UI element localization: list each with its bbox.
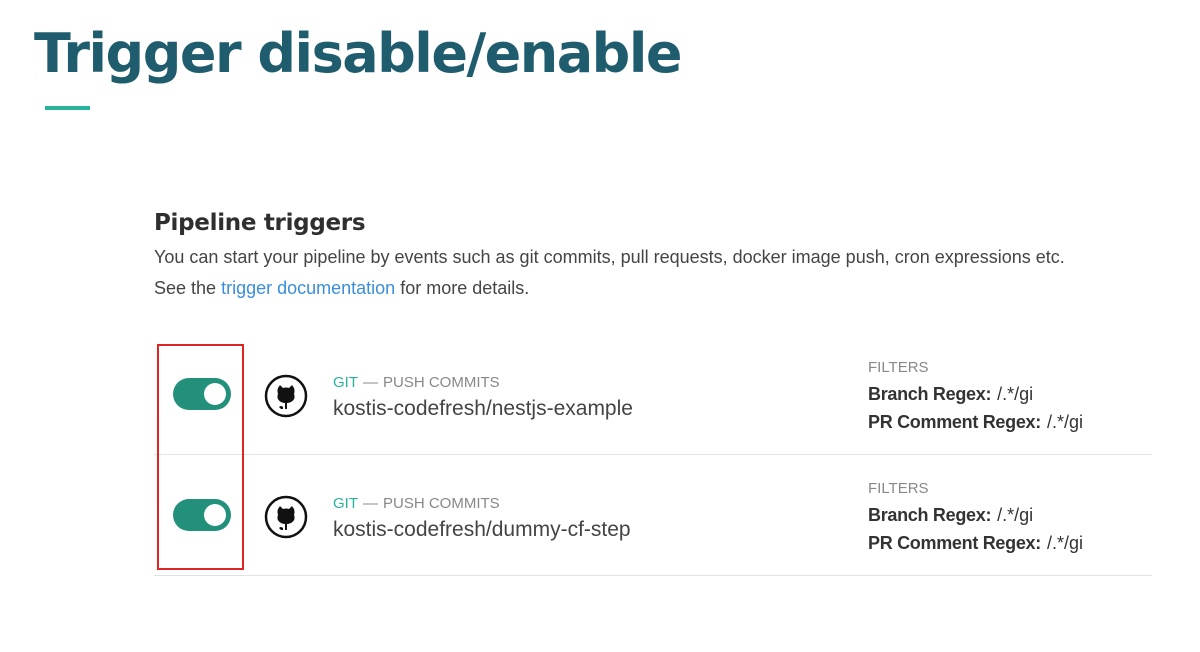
pr-comment-regex-label: PR Comment Regex:	[868, 533, 1041, 553]
trigger-row: GIT — PUSH COMMITS kostis-codefresh/dummy-…	[154, 455, 1152, 576]
filters-title: FILTERS	[868, 480, 929, 497]
branch-regex-label: Branch Regex:	[868, 505, 992, 525]
filters-title: FILTERS	[868, 359, 929, 376]
title-underline	[45, 106, 90, 110]
github-icon	[264, 374, 308, 418]
slide-title: Trigger disable/enable	[34, 22, 682, 85]
branch-regex-filter: Branch Regex:/.*/gi	[868, 384, 1033, 405]
trigger-row: GIT — PUSH COMMITS kostis-codefresh/nestjs…	[154, 334, 1152, 455]
section-description-link-line: See the trigger documentation for more d…	[154, 278, 529, 299]
trigger-meta: GIT — PUSH COMMITS	[333, 495, 500, 512]
github-icon	[264, 495, 308, 539]
branch-regex-label: Branch Regex:	[868, 384, 992, 404]
trigger-separator: —	[363, 374, 378, 391]
description-suffix: for more details.	[400, 278, 530, 298]
pr-comment-regex-value: /.*/gi	[1046, 533, 1083, 553]
section-title: Pipeline triggers	[154, 210, 366, 236]
trigger-meta: GIT — PUSH COMMITS	[333, 374, 500, 391]
pr-comment-regex-filter: PR Comment Regex:/.*/gi	[868, 412, 1083, 433]
trigger-type: GIT	[333, 374, 358, 391]
trigger-repo-name[interactable]: kostis-codefresh/nestjs-example	[333, 397, 633, 421]
pr-comment-regex-label: PR Comment Regex:	[868, 412, 1041, 432]
description-prefix: See the	[154, 278, 217, 298]
branch-regex-value: /.*/gi	[997, 384, 1034, 404]
pr-comment-regex-filter: PR Comment Regex:/.*/gi	[868, 533, 1083, 554]
trigger-event: PUSH COMMITS	[383, 374, 500, 391]
section-description: You can start your pipeline by events su…	[154, 247, 1065, 267]
trigger-event: PUSH COMMITS	[383, 495, 500, 512]
toggle-highlight-box	[157, 344, 244, 570]
pr-comment-regex-value: /.*/gi	[1046, 412, 1083, 432]
trigger-documentation-link[interactable]: trigger documentation	[221, 278, 395, 298]
trigger-repo-name[interactable]: kostis-codefresh/dummy-cf-step	[333, 518, 631, 542]
trigger-separator: —	[363, 495, 378, 512]
branch-regex-value: /.*/gi	[997, 505, 1034, 525]
branch-regex-filter: Branch Regex:/.*/gi	[868, 505, 1033, 526]
trigger-type: GIT	[333, 495, 358, 512]
